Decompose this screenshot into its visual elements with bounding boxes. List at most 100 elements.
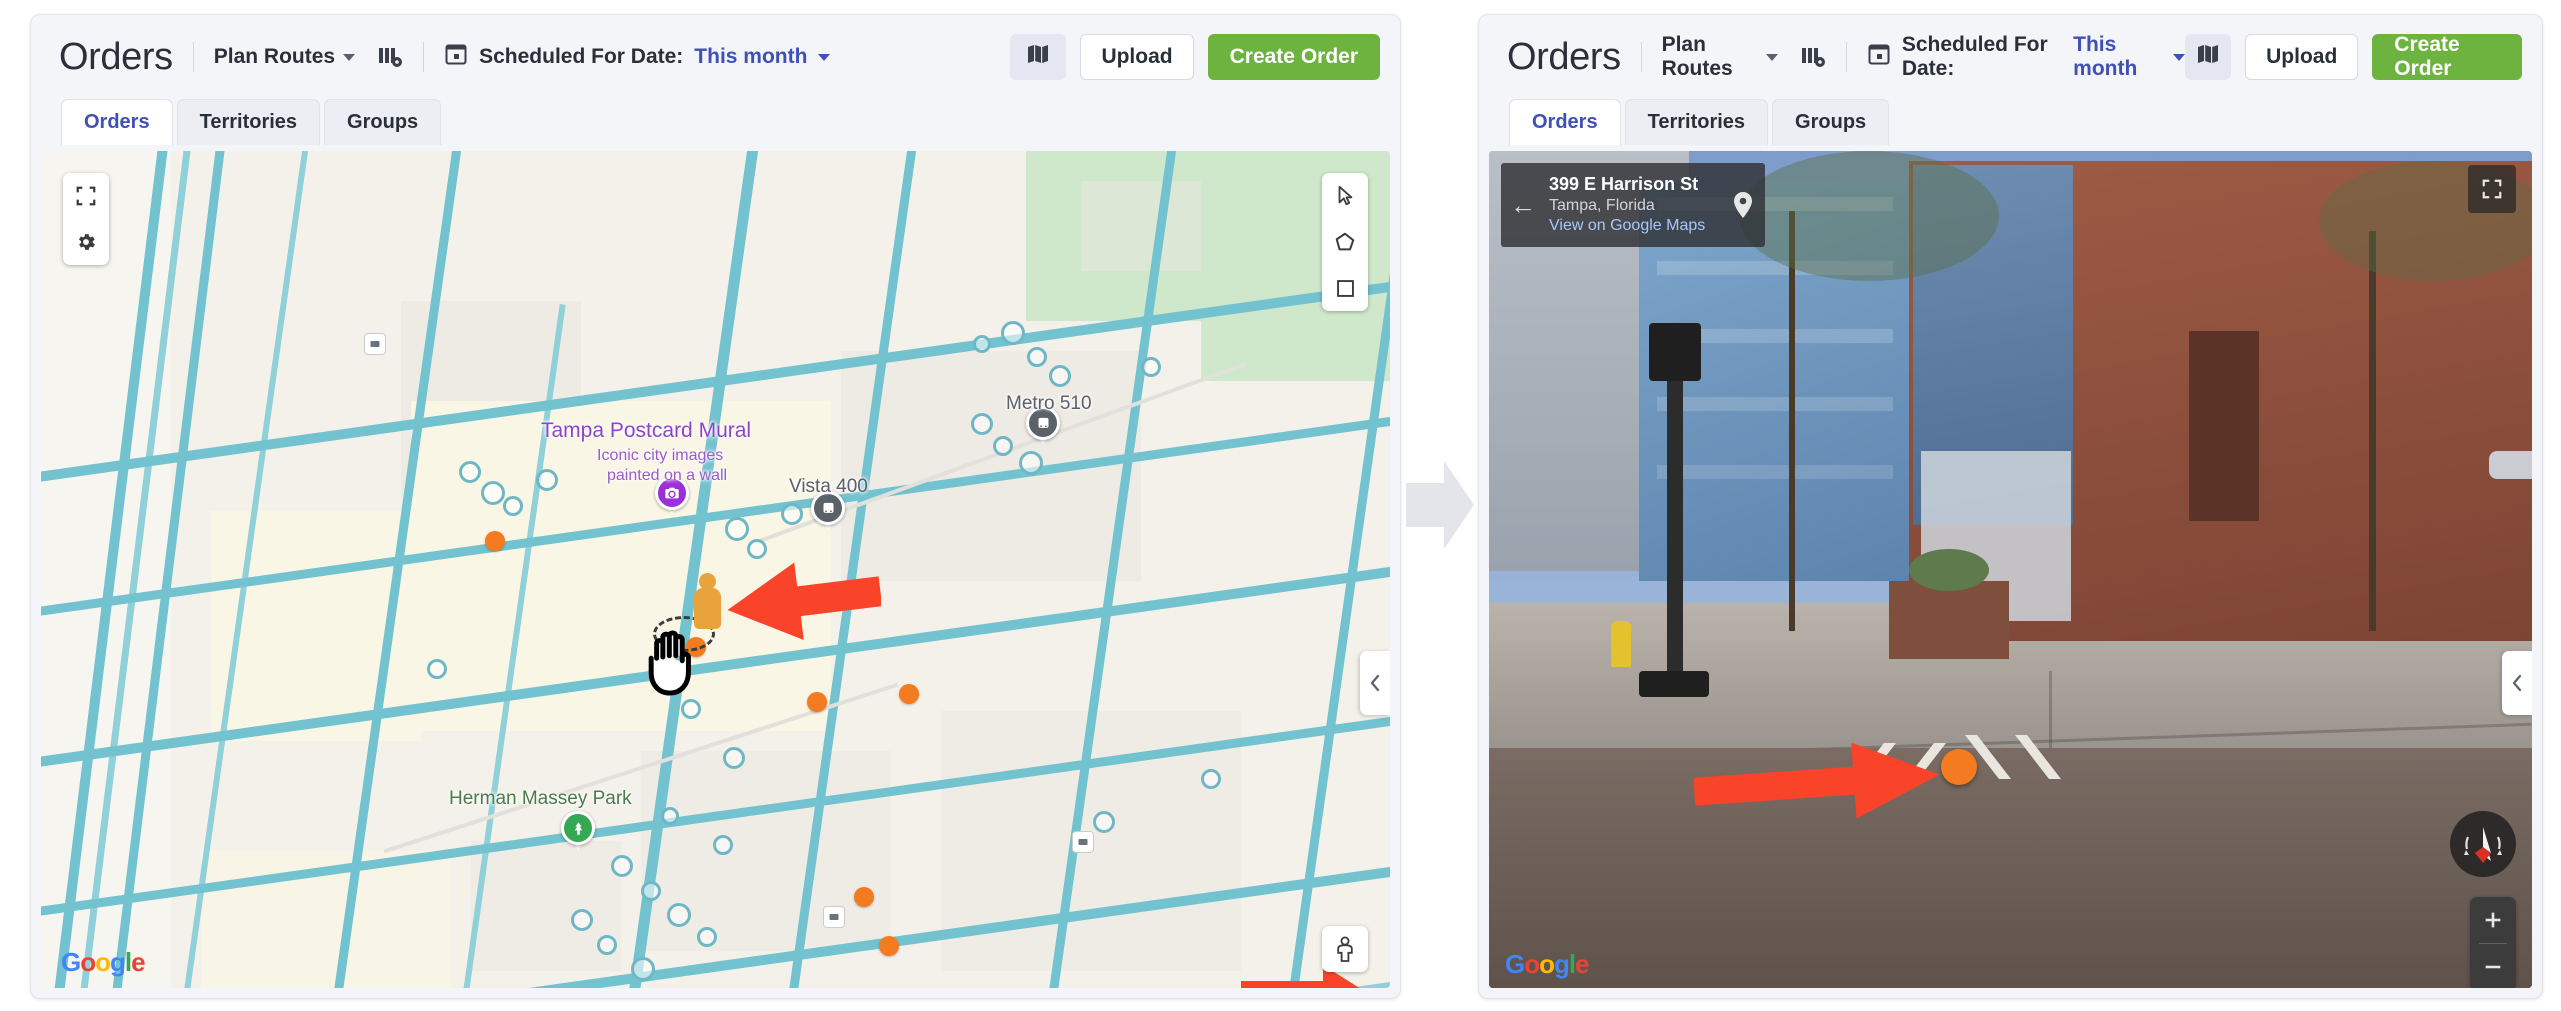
order-marker[interactable] (879, 936, 899, 956)
cluster-marker[interactable] (631, 957, 655, 981)
panel-collapse-handle[interactable] (2502, 651, 2532, 715)
cluster-marker[interactable] (459, 461, 481, 483)
gear-icon[interactable] (63, 219, 109, 265)
zoom-in-button[interactable] (2470, 897, 2516, 943)
street-view-compass[interactable] (2450, 811, 2516, 877)
upload-button[interactable]: Upload (1080, 34, 1194, 80)
cluster-marker[interactable] (973, 335, 991, 353)
plan-routes-dropdown[interactable]: Plan Routes (213, 45, 356, 69)
tab-territories[interactable]: Territories (176, 99, 321, 145)
window-band (1657, 465, 1893, 479)
cluster-marker[interactable] (1093, 811, 1115, 833)
map-pin-icon[interactable] (1721, 163, 1765, 247)
cluster-marker[interactable] (725, 517, 749, 541)
rectangle-tool-icon[interactable] (1322, 265, 1368, 311)
create-order-button[interactable]: Create Order (2372, 33, 2523, 80)
cluster-marker[interactable] (723, 747, 745, 769)
map-label-mural: Tampa Postcard Mural (541, 419, 752, 442)
cluster-marker[interactable] (1049, 365, 1071, 387)
scheduled-for-date-filter[interactable]: Scheduled For Date: This month (1867, 33, 2185, 81)
cluster-marker[interactable] (781, 503, 803, 525)
order-marker[interactable] (1941, 749, 1977, 785)
map-view-toggle-button[interactable] (1010, 34, 1067, 80)
cluster-marker[interactable] (713, 835, 733, 855)
arrow-left-icon[interactable]: ← (1501, 163, 1545, 247)
street-view-panorama[interactable]: ← 399 E Harrison St Tampa, Florida View … (1489, 151, 2532, 988)
cluster-marker[interactable] (667, 903, 691, 927)
panel-collapse-handle[interactable] (1360, 651, 1390, 715)
orders-map[interactable]: Tampa Postcard Mural Iconic city images … (41, 151, 1390, 988)
polygon-tool-icon[interactable] (1322, 219, 1368, 265)
page-title: Orders (1507, 35, 1621, 78)
google-attribution: Google (61, 947, 146, 977)
order-marker[interactable] (485, 531, 505, 551)
cluster-marker[interactable] (1201, 769, 1221, 789)
cluster-marker[interactable] (536, 469, 558, 491)
right-tabs: Orders Territories Groups (1479, 99, 2542, 145)
cluster-marker[interactable] (1001, 321, 1025, 345)
tab-territories[interactable]: Territories (1624, 99, 1769, 145)
pegman-icon[interactable] (1322, 926, 1368, 972)
cluster-marker[interactable] (971, 413, 993, 435)
cluster-marker[interactable] (503, 496, 523, 516)
zoom-out-button[interactable] (2470, 944, 2516, 988)
chevron-down-icon (818, 53, 831, 61)
cluster-marker[interactable] (1141, 357, 1161, 377)
poi-square-marker[interactable] (1072, 831, 1094, 853)
address-line-1: 399 E Harrison St (1549, 174, 1699, 194)
order-marker[interactable] (854, 887, 874, 907)
annotation-arrow-order-marker (1693, 741, 1944, 830)
map-label-metro-510: Metro 510 (1006, 393, 1092, 414)
street-view-address-card[interactable]: ← 399 E Harrison St Tampa, Florida View … (1501, 163, 1766, 248)
scheduled-for-date-filter[interactable]: Scheduled For Date: This month (444, 42, 831, 72)
left-toolbar: Orders Plan Routes Scheduled For Date: T… (31, 15, 1400, 99)
chevron-down-icon (2173, 53, 2185, 61)
columns-settings-icon[interactable] (377, 44, 403, 70)
order-marker[interactable] (807, 692, 827, 712)
columns-settings-icon[interactable] (1800, 44, 1826, 70)
cluster-marker[interactable] (661, 807, 679, 825)
parked-car (2489, 451, 2532, 479)
plan-routes-dropdown[interactable]: Plan Routes (1662, 33, 1778, 81)
map-view-controls[interactable] (63, 173, 109, 265)
plan-routes-label: Plan Routes (213, 45, 336, 68)
cluster-marker[interactable] (1019, 451, 1043, 475)
cluster-marker[interactable] (611, 855, 633, 877)
map-drawing-tools[interactable] (1322, 173, 1368, 311)
address-line-2: Tampa, Florida (1549, 196, 1655, 214)
map-view-toggle-button[interactable] (2185, 34, 2232, 80)
tree-trunk (1789, 211, 1795, 631)
pegman-control-button[interactable] (1322, 926, 1368, 972)
tab-orders[interactable]: Orders (61, 99, 173, 145)
upload-button[interactable]: Upload (2245, 34, 2359, 80)
order-marker[interactable] (899, 684, 919, 704)
street-view-fullscreen-button[interactable] (2468, 165, 2516, 213)
street-view-zoom-controls[interactable] (2470, 897, 2516, 988)
divider (1640, 42, 1642, 72)
poi-square-marker[interactable] (364, 333, 386, 355)
tree-canopy (1739, 151, 1999, 281)
cluster-marker[interactable] (1027, 347, 1047, 367)
left-app-panel: Orders Plan Routes Scheduled For Date: T… (30, 14, 1401, 999)
tab-orders[interactable]: Orders (1509, 99, 1621, 145)
tab-groups[interactable]: Groups (1772, 99, 1890, 145)
pointer-tool-icon[interactable] (1322, 173, 1368, 219)
right-app-panel: Orders Plan Routes Scheduled For Date: T… (1478, 14, 2543, 999)
cluster-marker[interactable] (571, 909, 593, 931)
cluster-marker[interactable] (597, 935, 617, 955)
view-on-google-maps-link[interactable]: View on Google Maps (1549, 216, 1705, 237)
fullscreen-icon[interactable] (63, 173, 109, 219)
cluster-marker[interactable] (993, 436, 1013, 456)
cluster-marker[interactable] (697, 927, 717, 947)
tree-trunk (2369, 231, 2376, 631)
cluster-marker[interactable] (427, 659, 447, 679)
crosswalk-chevron (1959, 729, 2089, 790)
poi-square-marker[interactable] (823, 906, 845, 928)
annotation-arrow-pegman (721, 552, 883, 651)
cluster-marker[interactable] (481, 481, 505, 505)
create-order-button[interactable]: Create Order (1207, 34, 1380, 80)
tab-groups[interactable]: Groups (324, 99, 442, 145)
address-text-block: 399 E Harrison St Tampa, Florida View on… (1545, 163, 1721, 247)
cluster-marker[interactable] (641, 881, 661, 901)
map-label-herman-massey-park: Herman Massey Park (449, 788, 632, 809)
